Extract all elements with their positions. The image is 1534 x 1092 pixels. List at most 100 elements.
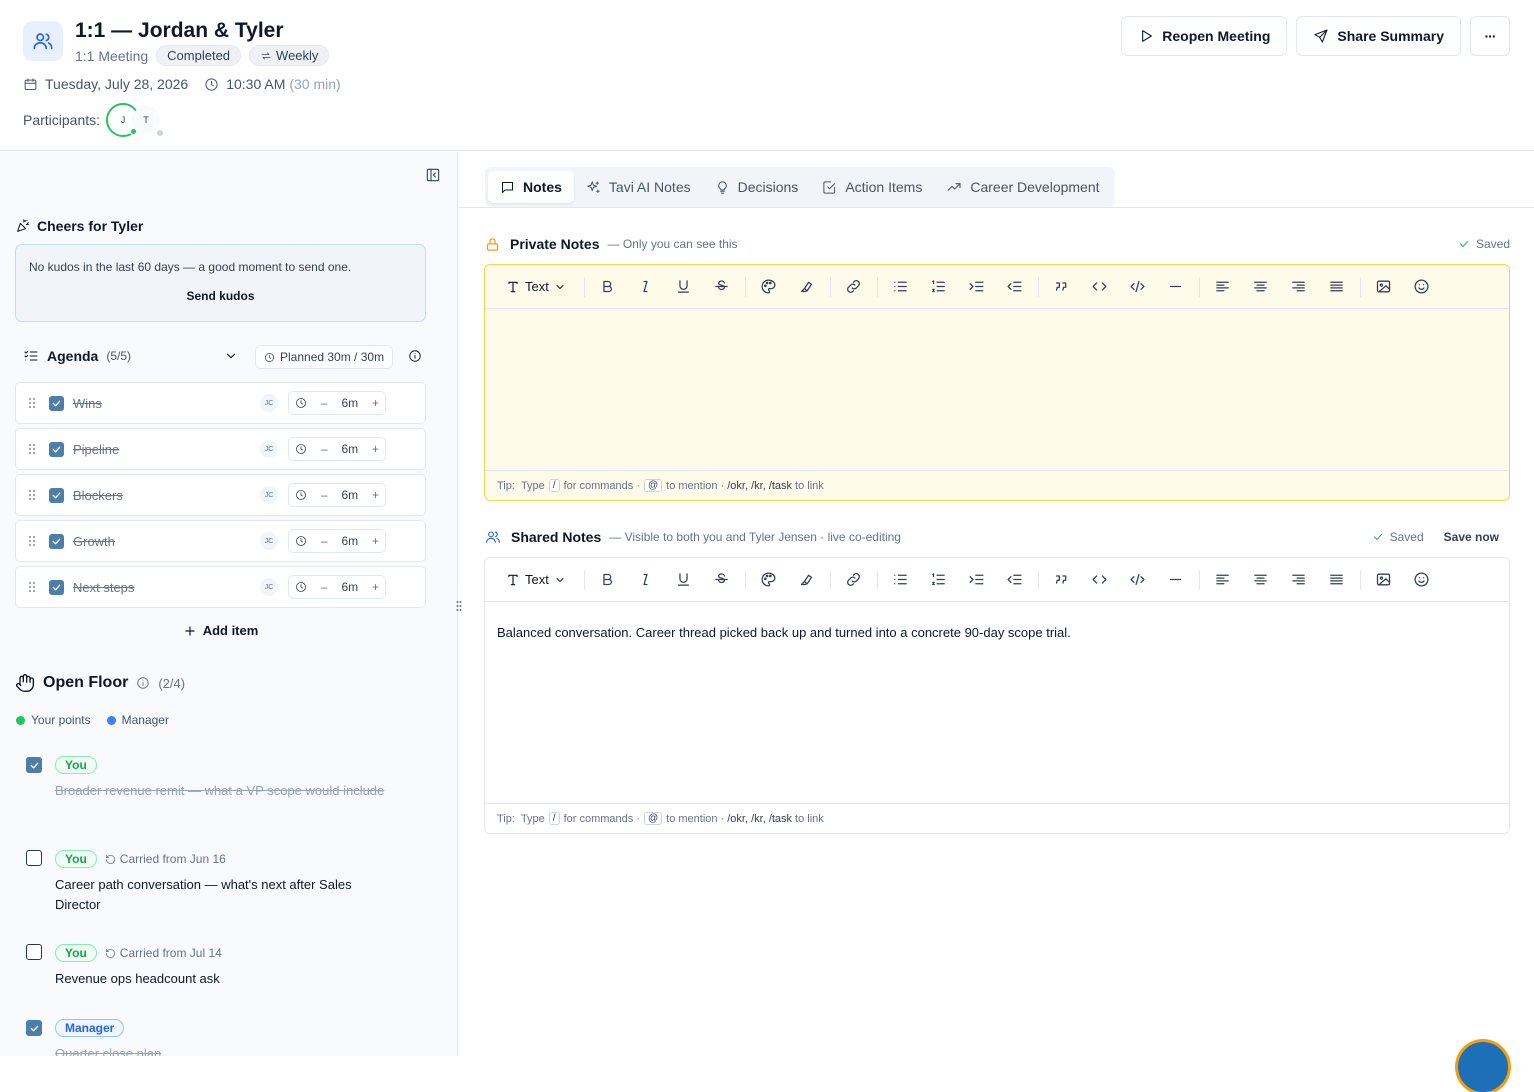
increment-button[interactable]: + — [372, 396, 379, 410]
open-floor-checkbox[interactable] — [26, 944, 42, 960]
align-justify-icon[interactable] — [1318, 565, 1356, 595]
increment-button[interactable]: + — [372, 442, 379, 456]
decrement-button[interactable]: – — [321, 534, 328, 548]
decrement-button[interactable]: – — [321, 488, 328, 502]
tab-career-development[interactable]: Career Development — [934, 171, 1111, 203]
numbered-list-icon[interactable] — [920, 565, 958, 595]
open-floor-item-text[interactable]: Quarter close plan — [55, 1044, 386, 1056]
agenda-item[interactable]: Wins JC –6m + — [15, 382, 426, 424]
code-icon[interactable] — [1081, 565, 1119, 595]
emoji-icon[interactable] — [1403, 272, 1441, 302]
decrement-button[interactable]: – — [321, 396, 328, 410]
italic-icon[interactable] — [627, 565, 665, 595]
palette-icon[interactable] — [750, 565, 788, 595]
drag-handle-icon[interactable] — [28, 443, 36, 455]
chevron-down-icon[interactable] — [224, 349, 238, 363]
decrement-button[interactable]: – — [321, 580, 328, 594]
code-icon[interactable] — [1081, 272, 1119, 302]
horizontal-rule-icon[interactable] — [1157, 272, 1195, 302]
info-icon[interactable] — [136, 676, 150, 690]
agenda-item-title[interactable]: Pipeline — [73, 442, 119, 457]
collapse-sidebar-icon[interactable] — [425, 167, 441, 183]
private-notes-content[interactable] — [485, 310, 1509, 471]
save-now-button[interactable]: Save now — [1444, 530, 1499, 544]
quote-icon[interactable] — [1043, 565, 1081, 595]
agenda-checkbox[interactable] — [49, 488, 64, 503]
link-icon[interactable] — [835, 272, 873, 302]
avatar[interactable]: T — [132, 106, 164, 136]
code-block-icon[interactable] — [1119, 565, 1157, 595]
assistant-fab-button[interactable] — [1458, 1042, 1508, 1092]
outdent-icon[interactable] — [996, 565, 1034, 595]
highlighter-icon[interactable] — [788, 565, 826, 595]
italic-icon[interactable] — [627, 272, 665, 302]
agenda-item[interactable]: Blockers JC –6m + — [15, 474, 426, 516]
bold-icon[interactable] — [589, 565, 627, 595]
agenda-item-title[interactable]: Blockers — [73, 488, 123, 503]
tab-notes[interactable]: Notes — [488, 171, 574, 203]
outdent-icon[interactable] — [996, 272, 1034, 302]
more-options-button[interactable]: ··· — [1470, 16, 1510, 56]
increment-button[interactable]: + — [372, 488, 379, 502]
numbered-list-icon[interactable] — [920, 272, 958, 302]
palette-icon[interactable] — [750, 272, 788, 302]
drag-handle-icon[interactable] — [28, 535, 36, 547]
tab-decisions[interactable]: Decisions — [703, 171, 811, 203]
image-icon[interactable] — [1365, 272, 1403, 302]
info-icon[interactable] — [408, 349, 422, 363]
tab-action-items[interactable]: Action Items — [810, 171, 934, 203]
align-center-icon[interactable] — [1242, 272, 1280, 302]
send-kudos-button[interactable]: Send kudos — [16, 289, 425, 303]
emoji-icon[interactable] — [1403, 565, 1441, 595]
link-icon[interactable] — [835, 565, 873, 595]
agenda-item[interactable]: Pipeline JC –6m + — [15, 428, 426, 470]
align-left-icon[interactable] — [1204, 565, 1242, 595]
add-item-button[interactable]: Add item — [0, 623, 441, 638]
align-left-icon[interactable] — [1204, 272, 1242, 302]
align-right-icon[interactable] — [1280, 565, 1318, 595]
underline-icon[interactable] — [665, 565, 703, 595]
bullet-list-icon[interactable] — [882, 565, 920, 595]
bold-icon[interactable] — [589, 272, 627, 302]
underline-icon[interactable] — [665, 272, 703, 302]
agenda-item-title[interactable]: Growth — [73, 534, 115, 549]
open-floor-checkbox[interactable] — [26, 757, 42, 773]
agenda-checkbox[interactable] — [49, 442, 64, 457]
agenda-item-title[interactable]: Wins — [73, 396, 102, 411]
reopen-meeting-button[interactable]: Reopen Meeting — [1121, 16, 1288, 56]
text-style-dropdown[interactable]: Text — [502, 565, 570, 595]
align-justify-icon[interactable] — [1318, 272, 1356, 302]
horizontal-rule-icon[interactable] — [1157, 565, 1195, 595]
image-icon[interactable] — [1365, 565, 1403, 595]
decrement-button[interactable]: – — [321, 442, 328, 456]
increment-button[interactable]: + — [372, 534, 379, 548]
shared-notes-content[interactable]: Balanced conversation. Career thread pic… — [485, 603, 1509, 803]
share-summary-button[interactable]: Share Summary — [1296, 16, 1461, 56]
drag-handle-icon[interactable] — [28, 489, 36, 501]
open-floor-item-text[interactable]: Revenue ops headcount ask — [55, 969, 386, 989]
code-block-icon[interactable] — [1119, 272, 1157, 302]
tab-tavi-ai-notes[interactable]: Tavi AI Notes — [574, 171, 703, 203]
text-style-dropdown[interactable]: Text — [502, 272, 570, 302]
agenda-checkbox[interactable] — [49, 534, 64, 549]
indent-icon[interactable] — [958, 272, 996, 302]
agenda-item[interactable]: Growth JC –6m + — [15, 520, 426, 562]
bullet-list-icon[interactable] — [882, 272, 920, 302]
strikethrough-icon[interactable] — [703, 565, 741, 595]
align-center-icon[interactable] — [1242, 565, 1280, 595]
agenda-item[interactable]: Next steps JC –6m + — [15, 566, 426, 608]
open-floor-item-text[interactable]: Career path conversation — what's next a… — [55, 875, 386, 915]
increment-button[interactable]: + — [372, 580, 379, 594]
align-right-icon[interactable] — [1280, 272, 1318, 302]
drag-handle-icon[interactable] — [28, 581, 36, 593]
strikethrough-icon[interactable] — [703, 272, 741, 302]
agenda-item-title[interactable]: Next steps — [73, 580, 134, 595]
agenda-checkbox[interactable] — [49, 580, 64, 595]
highlighter-icon[interactable] — [788, 272, 826, 302]
quote-icon[interactable] — [1043, 272, 1081, 302]
open-floor-checkbox[interactable] — [26, 1020, 42, 1036]
open-floor-checkbox[interactable] — [26, 850, 42, 866]
indent-icon[interactable] — [958, 565, 996, 595]
open-floor-item-text[interactable]: Broader revenue remit — what a VP scope … — [55, 781, 386, 801]
drag-handle-icon[interactable] — [28, 397, 36, 409]
